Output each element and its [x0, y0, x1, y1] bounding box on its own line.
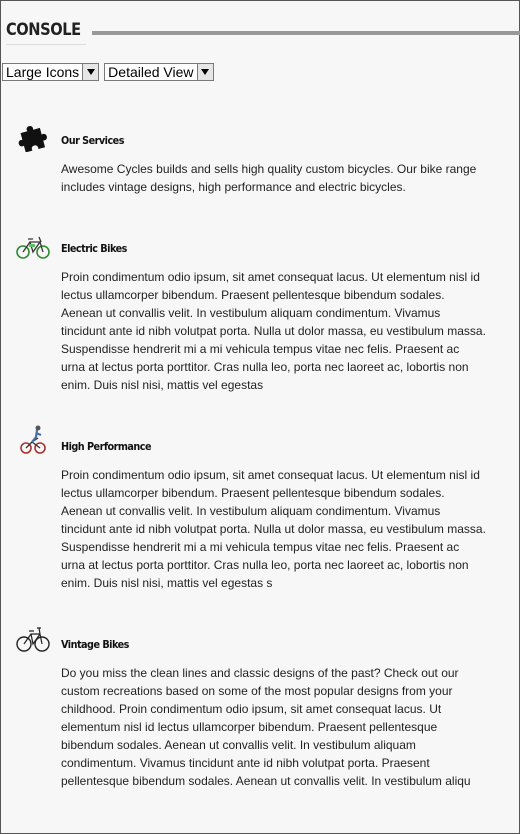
console-header: CONSOLE: [6, 20, 520, 46]
item-description: Awesome Cycles builds and sells high qua…: [61, 162, 477, 194]
bmx-rider-icon: [18, 424, 48, 461]
puzzle-piece-icon: [18, 122, 48, 157]
vintage-bike-icon: [16, 622, 50, 659]
electric-bike-icon: [16, 230, 50, 265]
title-underline: [6, 44, 86, 45]
icon-size-select-value: Large Icons: [6, 64, 80, 80]
item-description: Proin condimentum odio ipsum, sit amet c…: [61, 468, 486, 590]
item-description: Proin condimentum odio ipsum, sit amet c…: [61, 270, 486, 392]
view-mode-select[interactable]: Detailed View: [104, 63, 214, 81]
item-title[interactable]: Vintage Bikes: [61, 638, 129, 651]
icon-size-select[interactable]: Large Icons: [2, 63, 100, 81]
chevron-down-icon[interactable]: [196, 64, 213, 80]
page-title: CONSOLE: [6, 20, 81, 40]
item-title[interactable]: Electric Bikes: [61, 242, 127, 255]
view-mode-select-value: Detailed View: [108, 64, 194, 80]
chevron-down-icon[interactable]: [82, 64, 99, 80]
header-divider: [92, 31, 520, 35]
item-title[interactable]: High Performance: [61, 440, 152, 453]
item-description: Do you miss the clean lines and classic …: [61, 666, 471, 788]
view-controls: Large Icons Detailed View: [2, 63, 214, 81]
item-title[interactable]: Our Services: [61, 134, 124, 147]
